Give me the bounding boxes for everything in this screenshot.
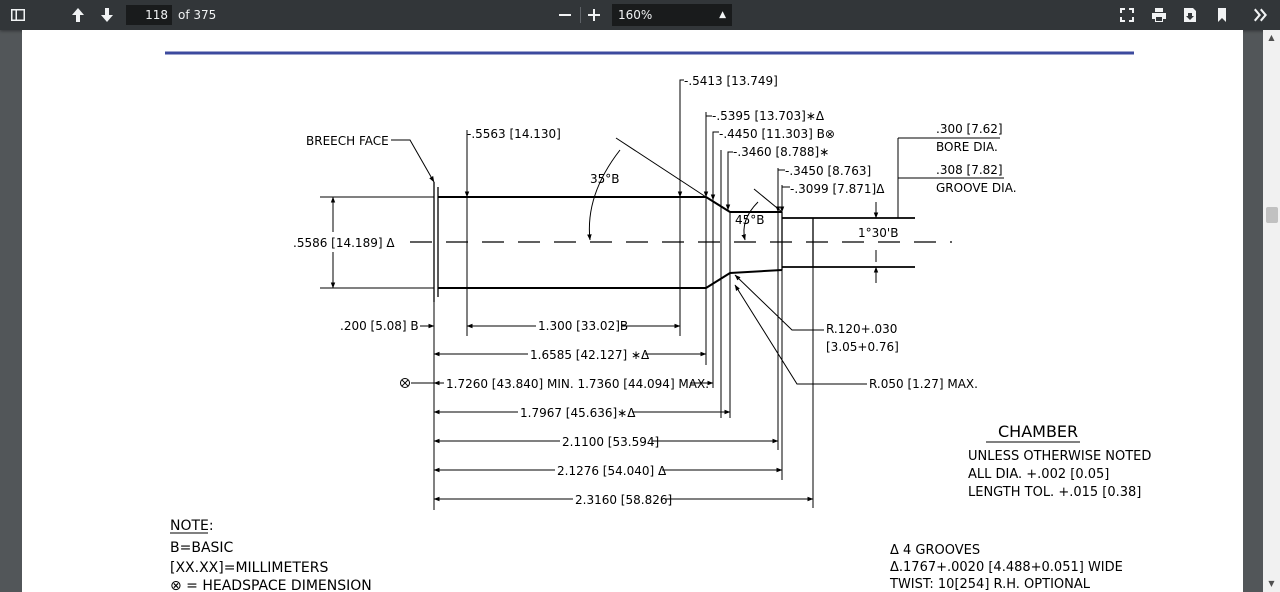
tolerance-note-3: LENGTH TOL. +.015 [0.38] — [968, 485, 1141, 500]
zoom-in-icon[interactable] — [584, 5, 604, 25]
note-basic: B=BASIC — [170, 540, 234, 556]
pdf-page: -.5413 [13.749] -.5563 [14.130] -.5395 [… — [22, 30, 1243, 592]
zoom-select[interactable]: 160% ▲ — [612, 4, 732, 26]
dim-5586: .5586 [14.189] Δ — [293, 236, 395, 250]
dim-5413: -.5413 [13.749] — [684, 74, 778, 88]
grooves-note-1: Δ 4 GROOVES — [890, 543, 980, 558]
chamber-title: CHAMBER — [998, 422, 1078, 441]
note-title: NOTE: — [170, 518, 214, 534]
previous-page-icon[interactable] — [68, 5, 88, 25]
radius-120-mm-label: [3.05+0.76] — [826, 340, 899, 354]
tolerance-note-1: UNLESS OTHERWISE NOTED — [968, 449, 1151, 464]
angle-45-label: 45°B — [735, 213, 765, 227]
pdf-toolbar: 118 of 375 160% ▲ — [0, 0, 1280, 30]
dim-16585: 1.6585 [42.127] ∗Δ — [530, 348, 650, 362]
groove-dia-label: GROOVE DIA. — [936, 181, 1017, 195]
page-number-input[interactable]: 118 — [126, 5, 172, 25]
radius-120-label: R.120+.030 — [826, 322, 897, 336]
grooves-note-2: Δ.1767+.0020 [4.488+0.051] WIDE — [890, 560, 1123, 575]
dim-1300: 1.300 [33.02]B — [538, 319, 628, 333]
next-page-icon[interactable] — [97, 5, 117, 25]
angle-35-label: 35°B — [590, 172, 620, 186]
scrollbar-thumb[interactable] — [1266, 207, 1278, 223]
dim-21100: 2.1100 [53.594] — [562, 435, 659, 449]
headspace-symbol-icon — [400, 378, 410, 388]
note-millimeters: [XX.XX]=MILLIMETERS — [170, 560, 328, 576]
dim-17967: 1.7967 [45.636]∗Δ — [520, 406, 636, 420]
dim-17260: 1.7260 [43.840] MIN. 1.7360 [44.094] MAX… — [446, 377, 709, 391]
dim-23160: 2.3160 [58.826] — [575, 493, 672, 507]
dim-5563: -.5563 [14.130] — [467, 127, 561, 141]
grooves-note-3: TWIST: 10[254] R.H. OPTIONAL — [889, 577, 1091, 592]
radius-050-label: R.050 [1.27] MAX. — [869, 377, 978, 391]
chamber-drawing: -.5413 [13.749] -.5563 [14.130] -.5395 [… — [165, 51, 1151, 592]
more-actions-icon[interactable] — [1250, 5, 1270, 25]
scroll-up-icon[interactable]: ▲ — [1263, 30, 1280, 46]
page-total-label: of 375 — [178, 8, 217, 22]
groove-dia-value: .308 [7.82] — [936, 163, 1003, 177]
dim-3450: -.3450 [8.763] — [785, 164, 871, 178]
zoom-caret-icon: ▲ — [719, 10, 726, 20]
dim-200: .200 [5.08] B — [340, 319, 419, 333]
bookmark-icon[interactable] — [1212, 5, 1232, 25]
sidebar-toggle-icon[interactable] — [8, 5, 28, 25]
tolerance-note-2: ALL DIA. +.002 [0.05] — [968, 467, 1109, 482]
zoom-out-icon[interactable] — [555, 5, 575, 25]
angle-1-30-label: 1°30'B — [858, 226, 898, 240]
note-headspace: ⊗ = HEADSPACE DIMENSION — [170, 578, 372, 592]
dim-5395: -.5395 [13.703]∗Δ — [712, 109, 825, 123]
print-icon[interactable] — [1149, 5, 1169, 25]
dim-21276: 2.1276 [54.040] Δ — [557, 464, 667, 478]
vertical-scrollbar[interactable] — [1263, 30, 1280, 592]
chamber-outline — [410, 182, 952, 302]
breech-face-label: BREECH FACE — [306, 134, 389, 148]
fit-page-icon[interactable] — [1117, 5, 1137, 25]
bore-dia-label: BORE DIA. — [936, 140, 998, 154]
dim-4450: -.4450 [11.303] B⊗ — [719, 127, 835, 141]
dim-3460: -.3460 [8.788]∗ — [733, 145, 829, 159]
zoom-value: 160% — [618, 8, 653, 22]
dim-3099: -.3099 [7.871]Δ — [790, 182, 885, 196]
scroll-down-icon[interactable]: ▼ — [1263, 576, 1280, 592]
toolbar-divider — [580, 7, 581, 23]
bore-dia-value: .300 [7.62] — [936, 122, 1003, 136]
download-icon[interactable] — [1180, 5, 1200, 25]
